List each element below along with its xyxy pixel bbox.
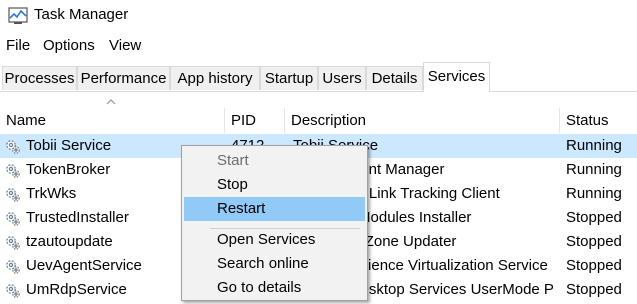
menu-view[interactable]: View: [109, 37, 141, 54]
service-name: TrustedInstaller: [26, 209, 129, 226]
service-status: Running: [566, 185, 622, 202]
service-name: TrkWks: [26, 185, 77, 202]
context-menu: Start Stop Restart Open Services Search …: [181, 145, 368, 301]
service-gear-icon: [6, 260, 20, 274]
service-status: Stopped: [566, 233, 622, 250]
column-header-status[interactable]: Status: [560, 108, 637, 133]
tab-processes[interactable]: Processes: [2, 66, 77, 90]
service-gear-icon: [6, 188, 20, 202]
tab-details[interactable]: Details: [366, 66, 423, 90]
column-header-pid[interactable]: PID: [225, 108, 285, 133]
service-status: Stopped: [566, 257, 622, 274]
service-gear-icon: [6, 164, 20, 178]
service-gear-icon: [6, 236, 20, 250]
tab-strip: Processes Performance App history Startu…: [0, 62, 637, 92]
menu-item-restart[interactable]: Restart: [184, 197, 365, 221]
service-name: UmRdpService: [26, 281, 127, 298]
sort-ascending-icon: [106, 99, 116, 105]
title-bar: Task Manager: [0, 0, 637, 34]
service-status: Running: [566, 161, 622, 178]
tab-app-history[interactable]: App history: [170, 66, 260, 90]
menu-file[interactable]: File: [6, 37, 30, 54]
service-gear-icon: [6, 212, 20, 226]
menu-item-open-services[interactable]: Open Services: [184, 228, 365, 252]
service-status: Stopped: [566, 209, 622, 226]
task-manager-icon: [8, 7, 28, 24]
column-header-name[interactable]: Name: [0, 108, 225, 133]
menu-item-start[interactable]: Start: [184, 149, 365, 173]
tab-startup[interactable]: Startup: [260, 66, 318, 90]
menu-item-go-to-details[interactable]: Go to details: [184, 276, 365, 300]
service-status: Stopped: [566, 281, 622, 298]
service-gear-icon: [6, 140, 20, 154]
service-gear-icon: [6, 284, 20, 298]
tab-users[interactable]: Users: [318, 66, 366, 90]
menu-item-stop[interactable]: Stop: [184, 173, 365, 197]
window-title: Task Manager: [34, 6, 129, 23]
service-name: Tobii Service: [26, 137, 112, 154]
tab-performance[interactable]: Performance: [77, 66, 170, 90]
service-status: Running: [566, 137, 622, 154]
menu-item-search-online[interactable]: Search online: [184, 252, 365, 276]
service-name: UevAgentService: [26, 257, 142, 274]
tab-services[interactable]: Services: [423, 62, 490, 92]
column-header-row: Name PID Description Status: [0, 108, 637, 133]
column-header-description[interactable]: Description: [285, 108, 560, 133]
service-name: tzautoupdate: [26, 233, 113, 250]
menu-options[interactable]: Options: [43, 37, 95, 54]
service-name: TokenBroker: [26, 161, 111, 178]
